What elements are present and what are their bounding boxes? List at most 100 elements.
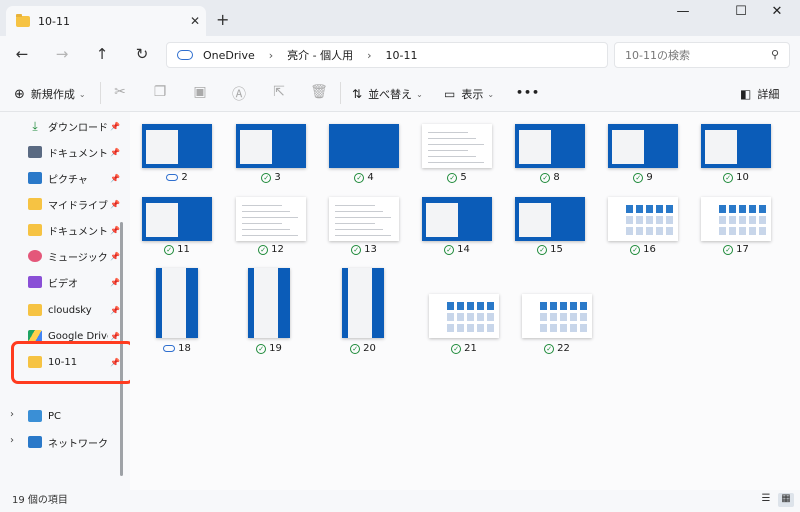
file-thumbnail[interactable] (522, 294, 592, 338)
file-thumbnail[interactable] (236, 197, 306, 241)
file-thumbnail[interactable] (342, 268, 384, 338)
file-thumbnail[interactable] (515, 197, 585, 241)
pin-icon[interactable]: 📌 (110, 252, 120, 261)
file-name[interactable]: ✓ 12 (229, 244, 313, 255)
delete-icon[interactable]: 🗑 (309, 84, 329, 102)
thumbnail-view-icon[interactable]: ▦ (778, 493, 794, 507)
file-thumbnail[interactable] (429, 294, 499, 338)
file-name[interactable]: ✓ 19 (227, 343, 311, 354)
close-window-button[interactable]: ✕ (754, 4, 800, 22)
breadcrumb[interactable]: OneDrive › 亮介 - 個人用 › 10-11 (166, 42, 608, 68)
sidebar-item-label: ダウンロード (48, 122, 108, 134)
close-tab-icon[interactable]: ✕ (184, 14, 206, 28)
tab-10-11[interactable]: 10-11 ✕ (6, 6, 206, 36)
file-thumbnail[interactable] (515, 124, 585, 168)
back-button[interactable]: ← (10, 45, 34, 65)
file-thumbnail[interactable] (329, 124, 399, 168)
sidebar-item-downloads[interactable]: ⤓ ダウンロード 📌 (28, 116, 120, 136)
pin-icon[interactable]: 📌 (110, 200, 120, 209)
pin-icon[interactable]: 📌 (110, 306, 120, 315)
file-name[interactable]: ✓ 11 (135, 244, 219, 255)
breadcrumb-onedrive[interactable]: OneDrive (203, 49, 255, 62)
file-name[interactable]: 2 (135, 172, 219, 183)
sidebar-item-label: ピクチャ (48, 174, 88, 186)
file-thumbnail[interactable] (248, 268, 290, 338)
text-line (335, 235, 391, 236)
file-thumbnail[interactable] (608, 197, 678, 241)
file-name[interactable]: ✓ 9 (601, 172, 685, 183)
text-line (335, 229, 383, 230)
paste-icon[interactable]: ▣ (190, 84, 210, 102)
pin-icon[interactable]: 📌 (110, 148, 120, 157)
file-name[interactable]: ✓ 4 (322, 172, 406, 183)
file-name[interactable]: ✓ 14 (415, 244, 499, 255)
forward-button[interactable]: → (50, 45, 74, 65)
pin-icon[interactable]: 📌 (110, 174, 120, 183)
file-thumbnail[interactable] (422, 124, 492, 168)
sidebar-item-label: ミュージック (48, 252, 108, 264)
expand-pc-chevron-icon[interactable]: › (10, 409, 14, 420)
search-input[interactable]: 10-11の検索 ⚲ (614, 42, 790, 68)
file-name[interactable]: ✓ 15 (508, 244, 592, 255)
file-thumbnail[interactable] (422, 197, 492, 241)
breadcrumb-personal[interactable]: 亮介 - 個人用 (287, 47, 353, 63)
file-thumbnail[interactable] (701, 197, 771, 241)
details-button[interactable]: ◧ 詳細 (740, 86, 779, 102)
file-name[interactable]: ✓ 22 (515, 343, 599, 354)
refresh-button[interactable]: ↻ (130, 45, 154, 65)
file-name[interactable]: ✓ 3 (229, 172, 313, 183)
chevron-right-icon[interactable]: › (269, 49, 273, 62)
sidebar-item-documents-2[interactable]: ドキュメント 📌 (28, 220, 120, 240)
file-thumbnail[interactable] (142, 124, 212, 168)
file-thumbnail[interactable] (608, 124, 678, 168)
sidebar-item-music[interactable]: ミュージック 📌 (28, 246, 120, 266)
up-button[interactable]: ↑ (90, 45, 114, 65)
file-thumbnail[interactable] (156, 268, 198, 338)
file-thumbnail[interactable] (329, 197, 399, 241)
file-thumbnail[interactable] (236, 124, 306, 168)
rename-icon[interactable]: Ⓐ (229, 84, 249, 103)
more-options-button[interactable]: ••• (516, 86, 540, 99)
share-icon[interactable]: ⇱ (269, 84, 289, 102)
file-thumbnail[interactable] (142, 197, 212, 241)
view-button[interactable]: ▭ 表示 ⌄ (444, 86, 494, 102)
sidebar-item-my-drive[interactable]: マイドライブ 📌 (28, 194, 120, 214)
sidebar-item-pc[interactable]: PC (28, 406, 120, 426)
file-name[interactable]: ✓ 10 (694, 172, 778, 183)
breadcrumb-current[interactable]: 10-11 (386, 49, 418, 62)
minimize-button[interactable]: — (660, 4, 706, 22)
pin-icon[interactable]: 📌 (110, 226, 120, 235)
chevron-right-icon[interactable]: › (367, 49, 371, 62)
new-tab-button[interactable]: + (216, 10, 229, 29)
synced-check-icon: ✓ (537, 244, 548, 255)
tile-preview (626, 205, 633, 213)
tile-preview (719, 205, 726, 213)
sort-button[interactable]: ⇅ 並べ替え ⌄ (352, 86, 423, 102)
new-label: 新規作成 (30, 88, 75, 101)
file-name[interactable]: ✓ 8 (508, 172, 592, 183)
sidebar-item-cloudsky[interactable]: cloudsky 📌 (28, 300, 120, 320)
file-name[interactable]: ✓ 5 (415, 172, 499, 183)
sidebar-item-documents[interactable]: ドキュメント 📌 (28, 142, 120, 162)
pin-icon[interactable]: 📌 (110, 122, 120, 131)
file-name[interactable]: ✓ 17 (694, 244, 778, 255)
sidebar-item-network[interactable]: ネットワーク (28, 432, 120, 452)
file-name[interactable]: ✓ 20 (321, 343, 405, 354)
sidebar-item-pictures[interactable]: ピクチャ 📌 (28, 168, 120, 188)
tile-preview (729, 216, 736, 224)
new-button[interactable]: ⊕ 新規作成 ⌄ (14, 86, 86, 102)
file-name[interactable]: 18 (135, 343, 219, 354)
details-view-icon[interactable]: ☰ (758, 493, 774, 507)
file-thumbnail[interactable] (701, 124, 771, 168)
sidebar-item-videos[interactable]: ビデオ 📌 (28, 272, 120, 292)
file-name[interactable]: ✓ 21 (422, 343, 506, 354)
expand-network-chevron-icon[interactable]: › (10, 435, 14, 446)
file-name[interactable]: ✓ 13 (322, 244, 406, 255)
copy-icon[interactable]: ❐ (150, 84, 170, 102)
pin-icon[interactable]: 📌 (110, 332, 120, 341)
tile-preview (656, 216, 663, 224)
sidebar-item-label: ネットワーク (48, 438, 108, 450)
file-name[interactable]: ✓ 16 (601, 244, 685, 255)
pin-icon[interactable]: 📌 (110, 278, 120, 287)
cut-icon[interactable]: ✂ (110, 84, 130, 102)
